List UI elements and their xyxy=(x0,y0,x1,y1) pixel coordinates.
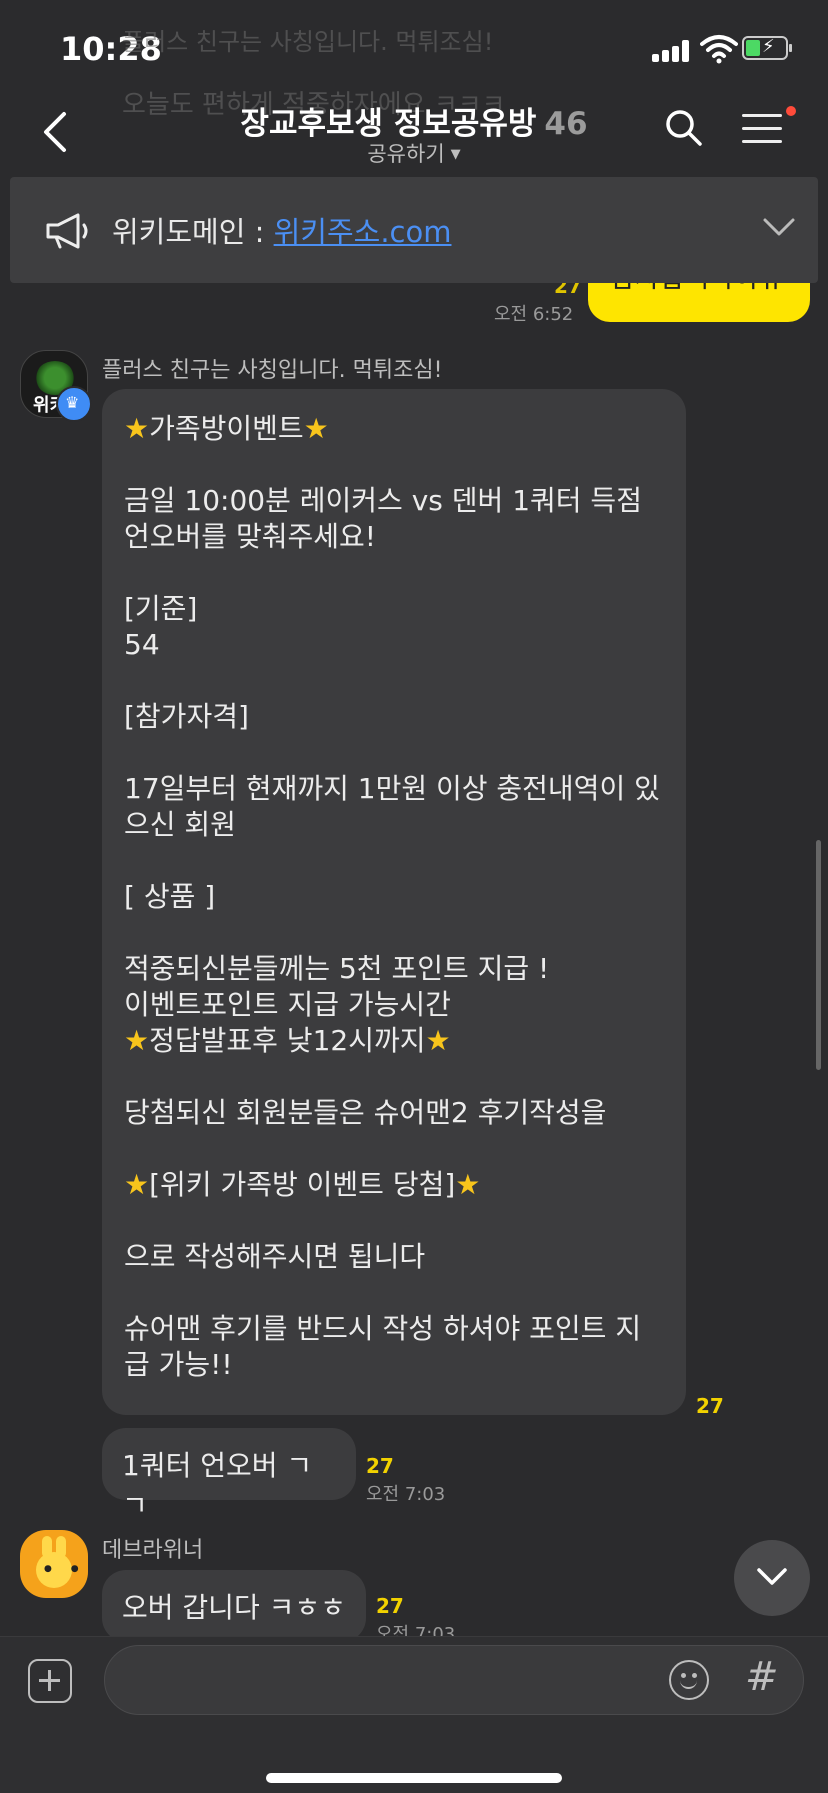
message-time: 오전 7:03 xyxy=(366,1484,446,1505)
chat-header: 장교후보생 정보공유방 46 공유하기 ▼ xyxy=(0,90,828,170)
message-line: ★정답발표후 낮12시까지★ xyxy=(124,1024,451,1057)
line-spacer xyxy=(124,1203,664,1239)
message-text: 1쿼터 언오버 ㄱㄱ xyxy=(122,1449,313,1522)
line-spacer xyxy=(124,843,664,879)
message-line: 이벤트포인트 지급 가능시간 xyxy=(124,988,451,1021)
chevron-down-icon[interactable] xyxy=(762,215,796,239)
message-line: 적중되신분들께는 5천 포인트 지급 ! xyxy=(124,952,550,985)
message-line: 으로 작성해주시면 됩니다 xyxy=(124,1240,426,1273)
line-spacer xyxy=(124,1059,664,1095)
line-spacer xyxy=(124,663,664,699)
message-bubble[interactable]: 오버 갑니다 ㅋㅎㅎ xyxy=(102,1570,366,1642)
chat-room-name: 장교후보생 정보공유방 xyxy=(240,106,537,142)
read-count: 27 xyxy=(366,1454,394,1478)
emoji-icon[interactable] xyxy=(669,1660,709,1700)
message-input[interactable]: # xyxy=(104,1645,804,1715)
line-spacer xyxy=(124,1275,664,1311)
notice-text: 위키도메인 : 위키주소.com xyxy=(112,209,451,251)
message-input-bar: # xyxy=(0,1636,828,1793)
caret-down-icon: ▼ xyxy=(450,147,461,162)
sender-name: 데브라위너 xyxy=(102,1538,204,1563)
read-count: 27 xyxy=(376,1594,404,1618)
message-line: 금일 10:00분 레이커스 vs 덴버 1쿼터 득점 언오버를 맞춰주세요! xyxy=(124,484,651,553)
line-spacer xyxy=(124,735,664,771)
event-message-bubble[interactable]: ★가족방이벤트★ 금일 10:00분 레이커스 vs 덴버 1쿼터 득점 언오버를… xyxy=(102,389,686,1415)
scrollbar[interactable] xyxy=(816,840,821,1070)
background-sender-text: 플러스 친구는 사칭입니다. 먹튀조심! xyxy=(122,28,494,56)
chevron-down-icon xyxy=(757,1568,787,1585)
crown-icon: ♛ xyxy=(56,386,92,422)
line-spacer xyxy=(124,1131,664,1167)
line-spacer xyxy=(124,555,664,591)
hash-icon[interactable]: # xyxy=(745,1654,779,1700)
message-line: 당첨되신 회원분들은 슈어맨2 후기작성을 xyxy=(124,1096,607,1129)
scroll-to-bottom-button[interactable] xyxy=(734,1540,810,1616)
notice-link[interactable]: 위키주소.com xyxy=(274,215,452,249)
member-count: 46 xyxy=(544,106,588,142)
sender-name: 플러스 친구는 사칭입니다. 먹튀조심! xyxy=(102,358,443,383)
search-icon[interactable] xyxy=(664,108,704,148)
message-line: ★[위키 가족방 이벤트 당첨]★ xyxy=(124,1168,481,1201)
share-label: 공유하기 xyxy=(367,142,445,166)
message-line: 슈어맨 후기를 반드시 작성 하셔야 포인트 지급 가능!! xyxy=(124,1312,642,1381)
message-line: [ 상품 ] xyxy=(124,880,216,913)
read-count: 27 xyxy=(696,1394,724,1418)
avatar-bunny[interactable]: ● ● xyxy=(20,1530,88,1598)
message-text: 오버 갑니다 ㅋㅎㅎ xyxy=(122,1591,346,1624)
message-line: 17일부터 현재까지 1만원 이상 충전내역이 있으신 회원 xyxy=(124,772,660,841)
message-line: ★가족방이벤트★ xyxy=(124,412,329,445)
line-spacer xyxy=(124,915,664,951)
cellular-signal-icon xyxy=(652,40,692,62)
battery-icon: ⚡ xyxy=(742,36,792,60)
message-bubble[interactable]: 1쿼터 언오버 ㄱㄱ xyxy=(102,1428,356,1522)
home-indicator xyxy=(266,1773,562,1783)
megaphone-icon xyxy=(46,213,88,249)
menu-button[interactable] xyxy=(742,106,796,146)
notice-label: 위키도메인 : xyxy=(112,215,274,249)
notification-dot xyxy=(786,106,796,116)
line-spacer xyxy=(124,447,664,483)
message-line: [참가자격] xyxy=(124,700,249,733)
message-line: [기준] xyxy=(124,592,198,625)
sent-time: 오전 6:52 xyxy=(494,304,574,325)
plus-icon[interactable] xyxy=(28,1659,72,1703)
wifi-icon xyxy=(700,35,738,64)
message-line: 54 xyxy=(124,628,160,661)
notice-bar[interactable]: 위키도메인 : 위키주소.com xyxy=(10,177,818,283)
